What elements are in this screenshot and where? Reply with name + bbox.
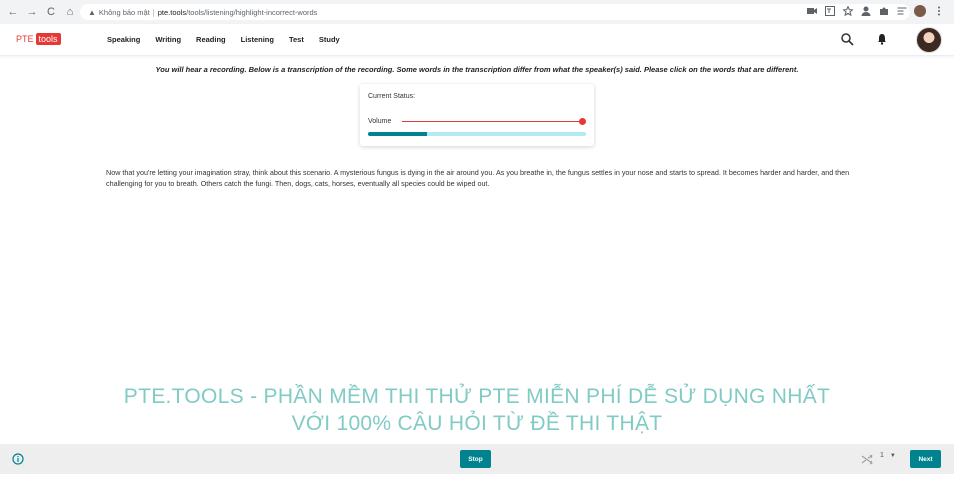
user-avatar[interactable]: [916, 27, 942, 53]
logo-tools-badge: tools: [35, 33, 61, 45]
more-vertical-icon[interactable]: [933, 6, 944, 17]
audio-progress-fill: [368, 132, 427, 136]
url-path: /tools/listening/highlight-incorrect-wor…: [186, 7, 318, 17]
nav-speaking[interactable]: Speaking: [107, 35, 140, 44]
notification-bell-icon[interactable]: [876, 33, 888, 45]
browser-profile-avatar[interactable]: [914, 5, 926, 17]
translate-icon[interactable]: [824, 6, 835, 17]
volume-label: Volume: [368, 118, 392, 125]
bottom-action-bar: Stop 1 ▼ Next: [0, 444, 954, 474]
camera-extension-icon[interactable]: [806, 6, 817, 17]
watermark-banner: PTE.TOOLS - PHẦN MỀM THI THỬ PTE MIỄN PH…: [0, 383, 954, 437]
current-status-label: Current Status:: [368, 93, 416, 100]
url-host: pte.tools: [157, 7, 187, 17]
browser-toolbar: ← → C ⌂ ▲ Không bảo mật | pte.tools/tool…: [0, 0, 954, 24]
nav-writing[interactable]: Writing: [155, 35, 181, 44]
url-separator: |: [152, 7, 155, 17]
reload-icon[interactable]: C: [44, 5, 58, 19]
task-instruction: You will hear a recording. Below is a tr…: [155, 65, 799, 74]
transcript-text[interactable]: Now that you're letting your imagination…: [106, 167, 862, 189]
puzzle-extension-icon[interactable]: [878, 6, 889, 17]
security-status: Không bảo mật: [98, 7, 150, 17]
warning-icon: ▲: [88, 7, 96, 17]
watermark-line-1: PTE.TOOLS - PHẦN MỀM THI THỬ PTE MIỄN PH…: [123, 385, 831, 408]
bookmark-star-icon[interactable]: [842, 6, 853, 17]
reading-list-icon[interactable]: [896, 6, 907, 17]
page-root: ← → C ⌂ ▲ Không bảo mật | pte.tools/tool…: [0, 0, 954, 478]
page-number-value: 1: [880, 452, 884, 459]
address-bar[interactable]: ▲ Không bảo mật | pte.tools/tools/listen…: [80, 4, 910, 20]
watermark-line-2: VỚI 100% CÂU HỎI TỪ ĐỀ THI THẬT: [291, 412, 663, 435]
extension-icons: [806, 5, 944, 17]
info-icon[interactable]: [12, 453, 24, 465]
audio-progress-bar: [368, 132, 586, 136]
chevron-down-icon: ▼: [889, 452, 896, 459]
volume-slider-thumb[interactable]: [579, 118, 586, 125]
app-header: PTE tools Speaking Writing Reading Liste…: [0, 24, 954, 56]
next-button[interactable]: Next: [910, 450, 941, 468]
back-arrow-icon[interactable]: ←: [6, 5, 20, 19]
account-extension-icon[interactable]: [860, 6, 871, 17]
search-icon[interactable]: [840, 32, 854, 46]
pte-tools-logo[interactable]: PTE tools: [16, 33, 61, 45]
volume-slider-track[interactable]: [402, 121, 582, 122]
page-number-select[interactable]: 1 ▼: [880, 452, 896, 459]
nav-study[interactable]: Study: [319, 35, 340, 44]
main-navigation: Speaking Writing Reading Listening Test …: [107, 35, 340, 44]
home-icon[interactable]: ⌂: [63, 5, 77, 19]
nav-listening[interactable]: Listening: [241, 35, 274, 44]
forward-arrow-icon[interactable]: →: [25, 5, 39, 19]
logo-pte-text: PTE: [16, 34, 34, 44]
nav-test[interactable]: Test: [289, 35, 304, 44]
nav-reading[interactable]: Reading: [196, 35, 226, 44]
shuffle-icon[interactable]: [861, 453, 873, 465]
stop-button[interactable]: Stop: [460, 450, 491, 468]
audio-player-card: Current Status: Volume: [360, 84, 594, 146]
